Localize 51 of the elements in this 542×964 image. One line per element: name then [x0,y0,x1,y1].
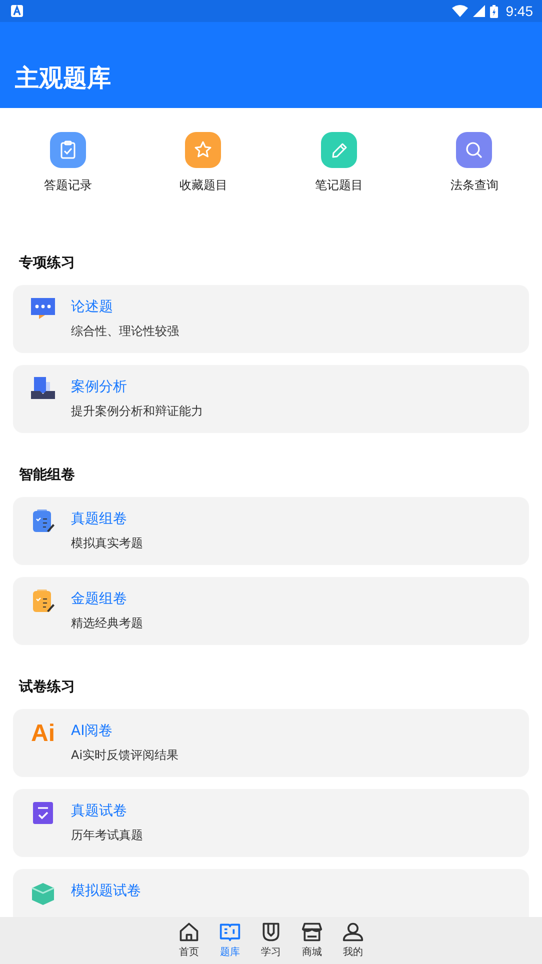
search-icon[interactable] [456,132,492,168]
clipboard-icon[interactable] [50,132,86,168]
document-tray-icon [31,377,55,401]
practice-card[interactable]: 真题试卷 历年考试真题 [13,789,529,857]
pencil-icon[interactable] [320,132,357,168]
shop-icon [301,921,323,943]
nav-tab[interactable]: 商城 [298,917,326,964]
card-subtitle: 精选经典考题 [71,615,143,631]
section-title: 试卷练习 [18,678,76,697]
practice-card[interactable]: 金题组卷 精选经典考题 [13,577,529,645]
practice-card[interactable]: 论述题 综合性、理论性较强 [13,285,529,353]
page-title: 主观题库 [15,63,111,94]
card-title: 金题组卷 [71,590,128,609]
card-title: 论述题 [71,298,114,317]
box-icon [31,881,55,905]
card-subtitle: 综合性、理论性较强 [71,323,179,339]
nav-tab[interactable]: 学习 [258,917,284,964]
card-subtitle: 提升案例分析和辩证能力 [71,403,203,419]
practice-card[interactable]: 真题组卷 模拟真实考题 [13,497,529,565]
wifi-icon [452,5,468,17]
pencil-cup-icon [260,921,282,943]
app-notification-icon [11,5,23,17]
book-icon [219,921,241,943]
nav-tab[interactable]: 题库 [216,917,244,964]
section-title: 智能组卷 [18,466,76,485]
practice-card[interactable]: 模拟题试卷 [13,869,529,917]
practice-card[interactable]: Ai AI阅卷 Ai实时反馈评阅结果 [13,709,529,777]
ai-icon: Ai [31,721,55,747]
card-subtitle: 模拟真实考题 [71,535,143,551]
practice-card[interactable]: 案例分析 提升案例分析和辩证能力 [13,365,529,433]
nav-tab[interactable]: 我的 [340,917,366,964]
card-title: 真题组卷 [71,510,128,529]
checklist-icon [31,801,55,825]
card-subtitle: Ai实时反馈评阅结果 [71,747,179,763]
shortcut-label[interactable]: 笔记题目 [314,177,363,193]
shortcut-label[interactable]: 收藏题目 [179,177,228,193]
status-time: 9:45 [506,3,533,19]
section-title: 专项练习 [18,254,76,273]
card-subtitle: 历年考试真题 [71,827,143,843]
card-title: 真题试卷 [71,802,128,821]
battery-icon [490,4,498,18]
person-icon [342,921,364,943]
card-title: 案例分析 [71,378,128,397]
shortcut-label[interactable]: 法条查询 [450,177,498,193]
shortcut-label[interactable]: 答题记录 [44,177,92,193]
card-title: AI阅卷 [71,722,114,741]
chat-bubble-icon [31,297,55,321]
signal-icon [472,5,485,17]
nav-tab[interactable]: 首页 [176,917,202,964]
card-title: 模拟题试卷 [71,882,141,901]
home-icon [178,921,200,943]
